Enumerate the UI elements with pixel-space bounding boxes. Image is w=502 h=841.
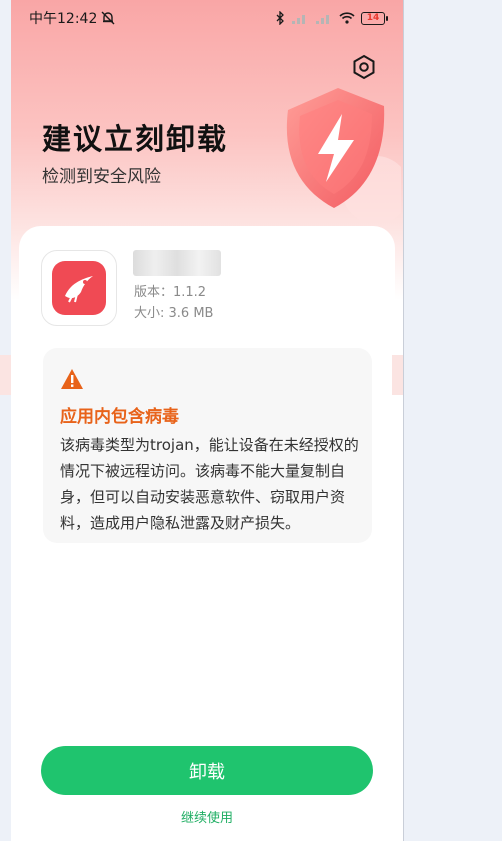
app-size: 大小: 3.6 MB: [134, 306, 214, 321]
shield-lightning-icon: [286, 88, 401, 220]
panel-divider: [403, 0, 404, 841]
continue-using-link[interactable]: 继续使用: [11, 807, 403, 826]
background-strip-left: [0, 355, 11, 395]
warning-title: 应用内包含病毒: [60, 407, 179, 427]
status-bar: 中午12:42 14: [11, 0, 403, 36]
signal-icon: [292, 15, 305, 24]
warning-triangle-icon: [61, 369, 83, 389]
page-title: 建议立刻卸载: [42, 122, 229, 156]
mute-bell-icon: [101, 11, 115, 25]
bluetooth-icon: [276, 11, 284, 25]
status-time: 中午12:42: [29, 11, 98, 27]
signal-icon-2: [316, 15, 329, 24]
warning-description: 该病毒类型为trojan，能让设备在未经授权的情况下被远程访问。该病毒不能大量复…: [60, 436, 359, 532]
phone-screen: 中午12:42 14 建议立刻卸载 检测到安全风险 版本：1.1.2 大小: 3…: [11, 0, 403, 841]
app-bird-icon: [65, 276, 93, 303]
uninstall-button[interactable]: 卸载: [41, 746, 373, 795]
page-subtitle: 检测到安全风险: [42, 167, 161, 187]
wifi-icon: [339, 12, 355, 24]
app-icon: [41, 250, 117, 326]
app-name-redacted: [133, 250, 221, 276]
app-version: 版本：1.1.2: [134, 285, 207, 300]
battery-icon: 14: [361, 11, 388, 25]
background-strip-right: [392, 355, 403, 395]
